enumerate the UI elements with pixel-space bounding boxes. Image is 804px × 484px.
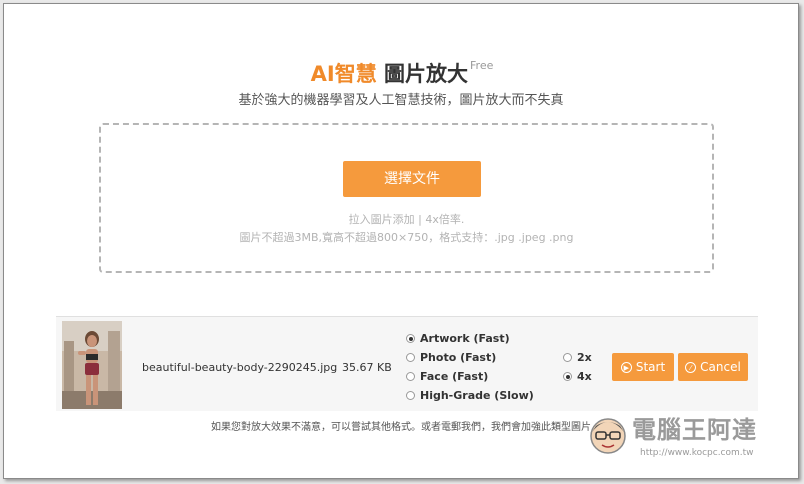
select-file-button[interactable]: 選擇文件 [343, 161, 481, 197]
upload-limits: 圖片不超過3MB,寬高不超過800×750，格式支持：.jpg .jpeg .p… [239, 231, 574, 244]
radio-icon [406, 372, 415, 381]
title-accent: AI智慧 [310, 62, 377, 86]
free-label: Free [470, 59, 494, 72]
cancel-button[interactable]: ⁄ Cancel [678, 353, 748, 381]
upload-dropzone[interactable]: 選擇文件 拉入圖片添加 | 4x倍率. 圖片不超過3MB,寬高不超過800×75… [99, 123, 714, 273]
radio-selected-icon [563, 372, 572, 381]
page-subtitle: 基於強大的機器學習及人工智慧技術，圖片放大而不失真 [238, 93, 564, 108]
mode-label: Artwork (Fast) [420, 332, 510, 345]
title-main: 圖片放大 [384, 62, 469, 86]
radio-icon [563, 353, 572, 362]
mode-label: High-Grade (Slow) [420, 389, 534, 402]
radio-icon [406, 391, 415, 400]
mode-option-photo[interactable]: Photo (Fast) [406, 351, 496, 364]
scale-label: 2x [577, 351, 592, 364]
radio-icon [406, 353, 415, 362]
watermark-url: http://www.kocpc.com.tw [640, 448, 754, 458]
file-thumbnail [62, 321, 122, 409]
page-frame: AI智慧 圖片放大 Free 基於強大的機器學習及人工智慧技術，圖片放大而不失真 … [3, 3, 799, 479]
start-label: Start [635, 360, 666, 374]
scale-label: 4x [577, 370, 592, 383]
mode-option-face[interactable]: Face (Fast) [406, 370, 488, 383]
mode-label: Face (Fast) [420, 370, 489, 383]
scale-option-2x[interactable]: 2x [563, 351, 592, 364]
mode-option-artwork[interactable]: Artwork (Fast) [406, 332, 510, 345]
file-size: 35.67 KB [342, 361, 392, 374]
ban-circle-icon: ⁄ [685, 361, 697, 373]
page-title: AI智慧 圖片放大 Free [4, 58, 798, 88]
cancel-label: Cancel [700, 360, 741, 374]
start-button[interactable]: ▶ Start [612, 353, 674, 381]
upload-hint: 拉入圖片添加 | 4x倍率. [348, 213, 465, 226]
mode-option-high-grade[interactable]: High-Grade (Slow) [406, 389, 534, 402]
scale-option-4x[interactable]: 4x [563, 370, 592, 383]
watermark-name: 電腦王阿達 [632, 416, 757, 444]
radio-selected-icon [406, 334, 415, 343]
file-row: beautiful-beauty-body-2290245.jpg 35.67 … [56, 316, 758, 411]
mode-label: Photo (Fast) [420, 351, 497, 364]
play-circle-icon: ▶ [620, 361, 632, 373]
mascot-icon [590, 418, 626, 454]
watermark-logo: 電腦王阿達 http://www.kocpc.com.tw [584, 406, 784, 468]
file-name: beautiful-beauty-body-2290245.jpg [142, 361, 338, 374]
